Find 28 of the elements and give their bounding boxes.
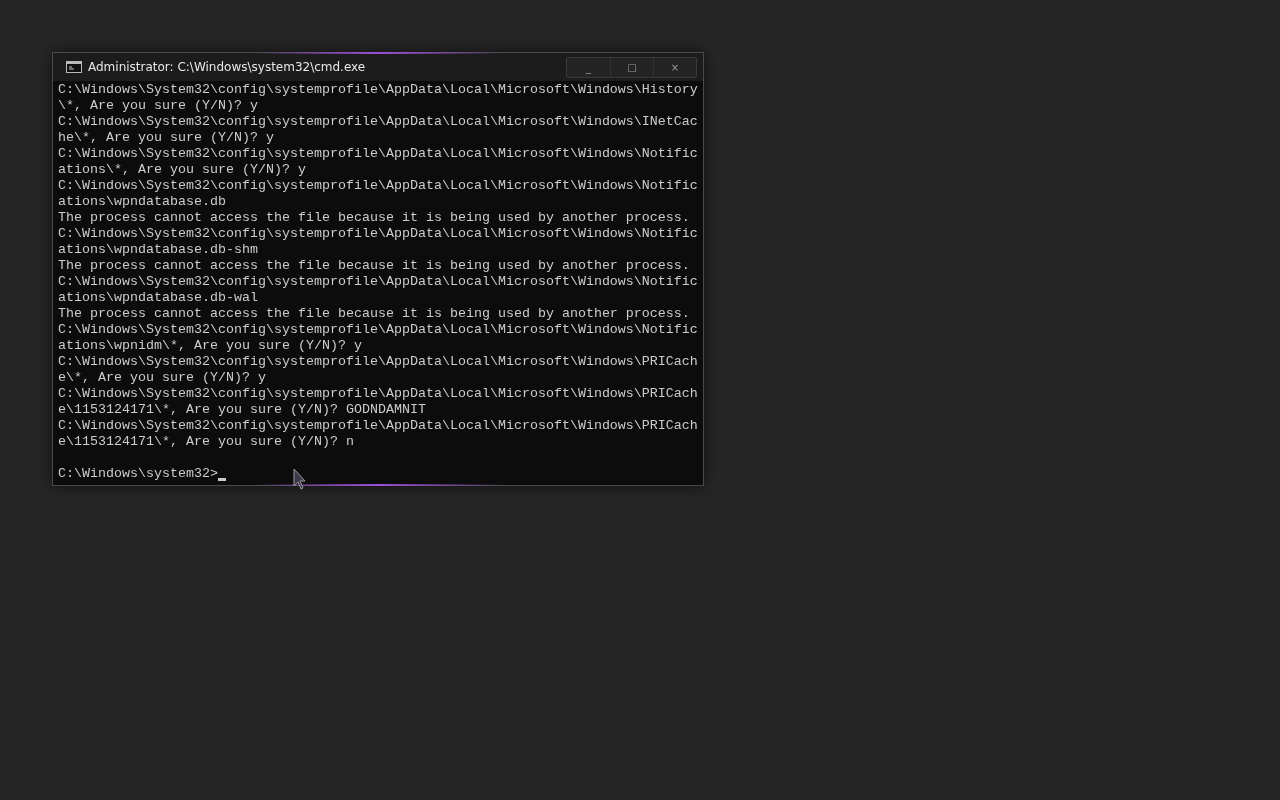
console-line: C:\Windows\System32\config\systemprofile\AppData\Local\Microsoft\Windows\PRICach [58, 354, 699, 370]
console-line: C:\Windows\System32\config\systemprofile\AppData\Local\Microsoft\Windows\Notific [58, 146, 699, 162]
console-line: e\1153124171\*, Are you sure (Y/N)? GODNDAMNIT [58, 402, 427, 418]
console-line: C:\Windows\System32\config\systemprofile\AppData\Local\Microsoft\Windows\PRICach [58, 418, 699, 434]
maximize-button[interactable]: □ [610, 57, 653, 77]
console-line: C:\Windows\System32\config\systemprofile\AppData\Local\Microsoft\Windows\History [58, 82, 699, 98]
window-title: Administrator: C:\Windows\system32\cmd.exe [88, 60, 366, 74]
minimize-button[interactable]: _ [567, 57, 610, 77]
console-line: e\1153124171\*, Are you sure (Y/N)? n [58, 434, 355, 450]
console-line: C:\Windows\System32\config\systemprofile\AppData\Local\Microsoft\Windows\INetCac [58, 114, 699, 130]
console-line: ations\wpnidm\*, Are you sure (Y/N)? y [58, 338, 363, 354]
console-line: The process cannot access the file because it is being used by another process. [58, 258, 691, 274]
console-line: C:\Windows\System32\config\systemprofile\AppData\Local\Microsoft\Windows\PRICach [58, 386, 699, 402]
console-line: ations\wpndatabase.db-wal [58, 290, 259, 306]
console-line: he\*, Are you sure (Y/N)? y [58, 130, 275, 146]
command-prompt: C:\Windows\system32> [58, 466, 218, 482]
console-line: C:\Windows\System32\config\systemprofile\AppData\Local\Microsoft\Windows\Notific [58, 226, 699, 242]
console-line: The process cannot access the file because it is being used by another process. [58, 306, 691, 322]
close-button[interactable]: × [653, 57, 696, 77]
console-line: The process cannot access the file because it is being used by another process. [58, 210, 691, 226]
console-line: e\*, Are you sure (Y/N)? y [58, 370, 267, 386]
console-line: \*, Are you sure (Y/N)? y [58, 98, 259, 114]
console-line: C:\Windows\System32\config\systemprofile\AppData\Local\Microsoft\Windows\Notific [58, 274, 699, 290]
console-line: ations\wpndatabase.db-shm [58, 242, 259, 258]
console-line: ations\*, Are you sure (Y/N)? y [58, 162, 307, 178]
console-line: C:\Windows\System32\config\systemprofile\AppData\Local\Microsoft\Windows\Notific [58, 178, 699, 194]
console-line: C:\Windows\System32\config\systemprofile\AppData\Local\Microsoft\Windows\Notific [58, 322, 699, 338]
console-line: ations\wpndatabase.db [58, 194, 227, 210]
